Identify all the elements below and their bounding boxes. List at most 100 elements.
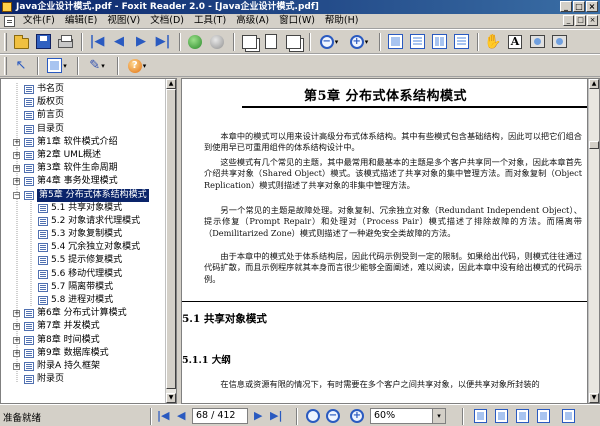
close-button[interactable]: ×: [586, 1, 598, 12]
print-button[interactable]: [55, 32, 75, 52]
scroll-thumb[interactable]: [589, 141, 599, 149]
actual-size-button[interactable]: [239, 32, 259, 52]
expand-icon[interactable]: +: [13, 151, 20, 159]
bookmark-item[interactable]: + 第9章 数据库模式: [1, 347, 169, 360]
last-page-button[interactable]: ▶|: [153, 32, 173, 52]
status-zoom-out-button[interactable]: −: [326, 409, 340, 423]
typewriter-button[interactable]: ▾: [43, 56, 71, 76]
open-button[interactable]: [11, 32, 31, 52]
help-button[interactable]: ? ▾: [123, 56, 151, 76]
annotation-button[interactable]: ✎ ▾: [83, 56, 111, 76]
menu-tools[interactable]: 工具(T): [189, 14, 231, 28]
doc-minimize-button[interactable]: _: [563, 15, 574, 26]
first-page-button[interactable]: |◀: [87, 32, 107, 52]
scroll-thumb[interactable]: [166, 89, 176, 389]
expand-icon[interactable]: +: [13, 349, 20, 357]
image-button[interactable]: [549, 32, 569, 52]
bookmark-item[interactable]: 5.8 进程对模式: [1, 294, 169, 307]
select-tool-button[interactable]: ↖: [11, 56, 31, 76]
fit-width-button[interactable]: [283, 32, 303, 52]
menu-window[interactable]: 窗口(W): [274, 14, 320, 28]
chevron-down-icon[interactable]: ▾: [432, 409, 445, 423]
bookmark-item[interactable]: + 第7章 并发模式: [1, 320, 169, 333]
bookmark-item[interactable]: + 第6章 分布式计算模式: [1, 307, 169, 320]
bookmark-item[interactable]: 书名页: [1, 83, 169, 96]
status-continuous-button[interactable]: [495, 409, 508, 423]
bookmark-item[interactable]: 5.5 提示修复模式: [1, 254, 169, 267]
hand-tool-button[interactable]: ✋: [483, 32, 503, 52]
status-single-page-button[interactable]: [474, 409, 487, 423]
scroll-up-button[interactable]: ▲: [589, 79, 599, 89]
bookmark-item[interactable]: 5.1 共享对象模式: [1, 202, 169, 215]
toolbar-grip[interactable]: [4, 32, 7, 51]
status-next-page-button[interactable]: ▶: [254, 409, 262, 422]
continuous-button[interactable]: [407, 32, 427, 52]
document-menu-icon[interactable]: [4, 15, 15, 27]
bookmark-item[interactable]: + 第1章 软件模式介绍: [1, 136, 169, 149]
scroll-down-button[interactable]: ▼: [166, 393, 176, 403]
bookmark-item[interactable]: − 第5章 分布式体系结构模式: [1, 188, 169, 202]
expand-icon[interactable]: +: [13, 178, 20, 186]
page-number-field[interactable]: 68 / 412: [192, 408, 248, 424]
bookmark-item[interactable]: 前言页: [1, 109, 169, 122]
facing-button[interactable]: [429, 32, 449, 52]
bookmark-item[interactable]: 5.2 对象请求代理模式: [1, 215, 169, 228]
bookmarks-scrollbar[interactable]: ▲ ▼: [165, 79, 176, 403]
expand-icon[interactable]: +: [13, 362, 20, 370]
expand-icon[interactable]: +: [13, 336, 20, 344]
snapshot-button[interactable]: [527, 32, 547, 52]
status-continuous-facing-button[interactable]: [537, 409, 550, 423]
menu-help[interactable]: 帮助(H): [320, 14, 364, 28]
bookmark-item[interactable]: 版权页: [1, 96, 169, 109]
bookmark-item[interactable]: 5.6 移动代理模式: [1, 268, 169, 281]
bookmark-item[interactable]: + 第4章 事务处理模式: [1, 175, 169, 188]
minimize-button[interactable]: _: [560, 1, 572, 12]
expand-icon[interactable]: +: [13, 138, 20, 146]
bookmark-item[interactable]: 5.4 冗余独立对象模式: [1, 241, 169, 254]
expand-icon[interactable]: +: [13, 310, 20, 318]
toolbar-grip[interactable]: [4, 56, 7, 75]
status-zoom-in-button[interactable]: +: [350, 409, 364, 423]
status-previous-page-button[interactable]: ◀: [177, 409, 185, 422]
menu-document[interactable]: 文档(D): [145, 14, 189, 28]
status-last-page-button[interactable]: ▶|: [270, 409, 282, 422]
previous-page-button[interactable]: ◀: [109, 32, 129, 52]
bookmark-item[interactable]: + 第3章 软件生命周期: [1, 162, 169, 175]
bookmark-item[interactable]: 附录页: [1, 373, 169, 386]
expand-icon[interactable]: +: [13, 323, 20, 331]
maximize-button[interactable]: □: [573, 1, 585, 12]
status-sidebar-toggle-button[interactable]: [562, 409, 575, 423]
zoom-select[interactable]: 60% ▾: [370, 408, 446, 424]
bookmark-item[interactable]: + 第2章 UML概述: [1, 149, 169, 162]
doc-restore-button[interactable]: □: [575, 15, 586, 26]
status-first-page-button[interactable]: |◀: [157, 409, 169, 422]
document-viewer[interactable]: 第5章 分布式体系结构模式 本章中的模式可以用来设计高级分布式体系结构。其中有些…: [181, 78, 600, 404]
fit-page-button[interactable]: [261, 32, 281, 52]
continuous-facing-button[interactable]: [451, 32, 471, 52]
scroll-up-button[interactable]: ▲: [166, 79, 176, 89]
zoom-in-button[interactable]: + ▾: [345, 32, 373, 52]
collapse-icon[interactable]: −: [13, 191, 20, 199]
menu-file[interactable]: 文件(F): [18, 14, 60, 28]
status-facing-button[interactable]: [516, 409, 529, 423]
save-button[interactable]: [33, 32, 53, 52]
document-scrollbar[interactable]: ▲ ▼: [588, 79, 599, 403]
bookmark-item[interactable]: + 附录A 持久框架: [1, 360, 169, 373]
menu-edit[interactable]: 编辑(E): [60, 14, 102, 28]
text-select-button[interactable]: A: [505, 32, 525, 52]
menu-advanced[interactable]: 高级(A): [231, 14, 274, 28]
menu-view[interactable]: 视图(V): [102, 14, 145, 28]
status-back-button[interactable]: [306, 409, 320, 423]
bookmark-item[interactable]: 目录页: [1, 123, 169, 136]
scroll-down-button[interactable]: ▼: [589, 393, 599, 403]
bookmark-item[interactable]: 5.7 隔离带模式: [1, 281, 169, 294]
zoom-out-button[interactable]: − ▾: [315, 32, 343, 52]
next-page-button[interactable]: ▶: [131, 32, 151, 52]
expand-icon[interactable]: +: [13, 165, 20, 173]
single-page-button[interactable]: [385, 32, 405, 52]
go-forward-button[interactable]: [207, 32, 227, 52]
doc-close-button[interactable]: ×: [587, 15, 598, 26]
go-back-button[interactable]: [185, 32, 205, 52]
bookmark-item[interactable]: 5.3 对象复制模式: [1, 228, 169, 241]
bookmark-item[interactable]: + 第8章 时间模式: [1, 334, 169, 347]
